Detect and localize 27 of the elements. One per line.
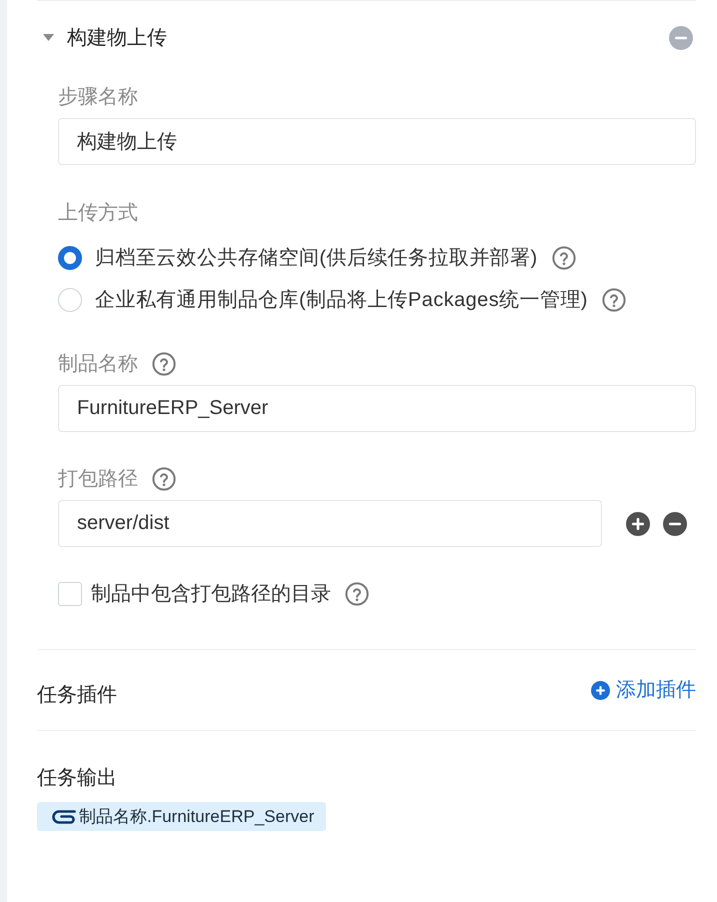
input-field[interactable]: FurnitureERP_Server [58, 385, 696, 432]
tag-text: 制品名称.FurnitureERP_Server [79, 806, 314, 828]
remove-icon[interactable] [663, 512, 687, 536]
section-title: 构建物上传 [67, 26, 167, 50]
help-icon[interactable] [152, 467, 176, 491]
help-icon[interactable] [345, 582, 369, 606]
add-plugin-link[interactable]: 添加插件 [591, 675, 696, 705]
radio-button[interactable] [58, 246, 82, 270]
paperclip-icon [51, 808, 76, 824]
input-field[interactable]: 构建物上传 [58, 118, 696, 165]
field-label: 步骤名称 [58, 85, 138, 110]
section-heading: 任务插件 [37, 683, 117, 708]
checkbox[interactable] [58, 582, 82, 606]
option-label[interactable]: 归档至云效公共存储空间(供后续任务拉取并部署) [95, 243, 538, 273]
caret-icon[interactable] [43, 34, 54, 41]
help-icon[interactable] [602, 288, 626, 312]
help-icon[interactable] [152, 352, 176, 376]
add-icon[interactable] [626, 512, 650, 536]
field-label: 制品名称 [58, 352, 138, 377]
option-label[interactable]: 企业私有通用制品仓库(制品将上传Packages统一管理) [95, 285, 588, 315]
field-label: 打包路径 [58, 467, 138, 492]
plus-icon [591, 680, 610, 700]
help-icon[interactable] [552, 246, 576, 270]
section-heading: 任务输出 [37, 766, 117, 791]
field-label: 上传方式 [58, 201, 138, 226]
input-field[interactable]: server/dist [58, 500, 602, 547]
checkbox-label[interactable]: 制品中包含打包路径的目录 [91, 579, 331, 609]
